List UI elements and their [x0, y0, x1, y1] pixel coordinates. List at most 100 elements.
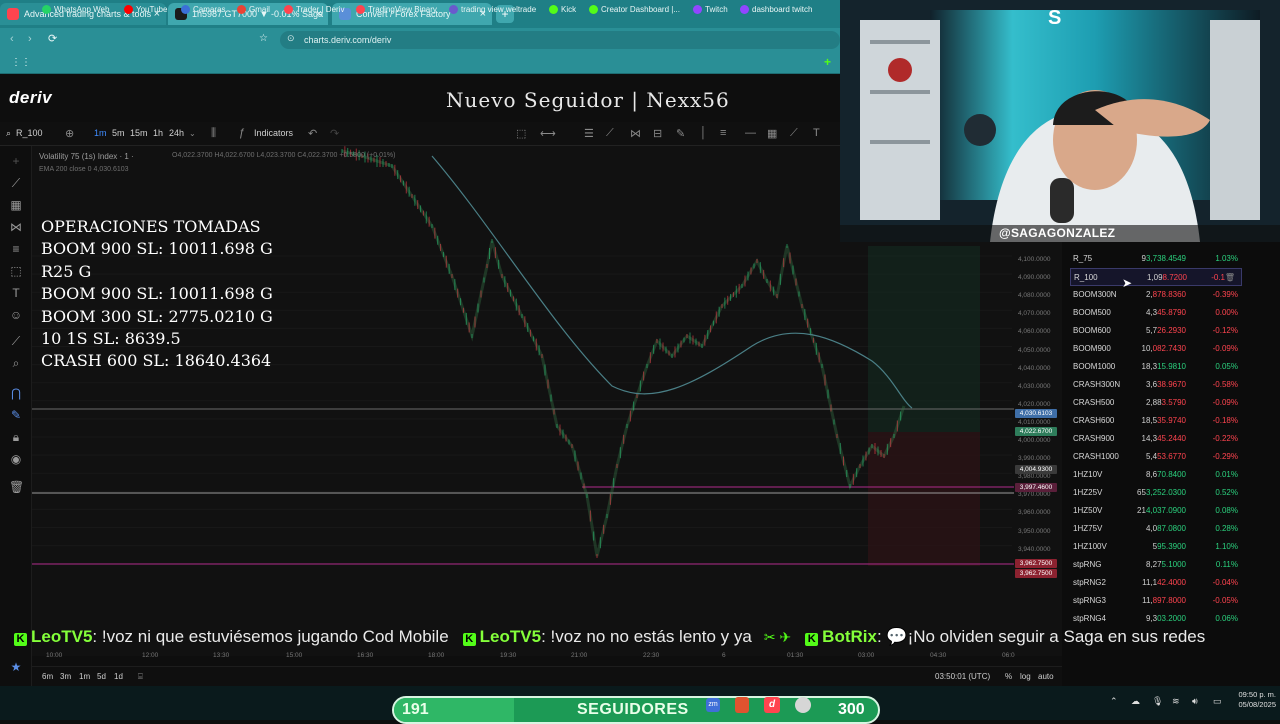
lock-icon[interactable]: 🔒︎ [9, 430, 23, 445]
watchlist-row[interactable]: CRASH1000 5,453.6770 -0.29% [1070, 448, 1242, 466]
range-6m[interactable]: 6m [42, 672, 53, 681]
obs-app-icon[interactable] [795, 697, 811, 713]
bookmark-item[interactable]: Creator Dashboard |... [589, 5, 680, 14]
undo-icon[interactable]: ↶ [308, 127, 317, 140]
range-3m[interactable]: 3m [60, 672, 71, 681]
text-tool-left-icon[interactable]: T [9, 286, 23, 300]
bookmark-star-icon[interactable]: ☆ [259, 33, 268, 44]
watchlist-row[interactable]: 1HZ100V 595.3900 1.10% [1070, 538, 1242, 556]
scale-auto[interactable]: auto [1038, 672, 1054, 681]
trash-icon[interactable]: 🗑︎ [9, 480, 24, 494]
watchlist-row[interactable]: CRASH900 14,345.2440 -0.22% [1070, 430, 1242, 448]
system-clock[interactable]: 09:50 p. m. 05/08/2025 [1238, 690, 1276, 710]
watchlist-row[interactable]: BOOM1000 18,315.9810 0.05% [1070, 358, 1242, 376]
channel-icon[interactable]: ⊟ [653, 127, 662, 140]
grid-icon[interactable]: ▦ [767, 127, 777, 140]
indicators-button[interactable]: Indicators [254, 128, 293, 138]
watchlist-row[interactable]: BOOM300N 2,878.8360 -0.39% [1070, 286, 1242, 304]
bookmark-item[interactable]: WhatsApp Web [42, 5, 109, 14]
trend-line-icon[interactable]: ⟋ [606, 127, 614, 140]
brush-icon[interactable]: ✎ [676, 127, 685, 140]
watchlist-row[interactable]: BOOM600 5,726.2930 -0.12% [1070, 322, 1242, 340]
watchlist-row[interactable]: 1HZ75V 4,087.0800 0.28% [1070, 520, 1242, 538]
cloud-icon[interactable]: ☁ [1131, 696, 1140, 707]
timeframe-1h[interactable]: 1h [153, 128, 163, 138]
volume-icon[interactable]: 🔊︎ [1192, 696, 1198, 707]
vertical-line-icon[interactable]: │ [700, 127, 707, 139]
redo-icon[interactable]: ↷ [330, 127, 339, 140]
crosshair-icon[interactable]: + [9, 154, 23, 168]
watchlist-row[interactable]: stpRNG4 9,303.2000 0.06% [1070, 610, 1242, 628]
deriv-app-icon[interactable]: d [764, 697, 780, 713]
symbol-selector[interactable]: R_100 [16, 128, 43, 138]
watchlist-row[interactable]: CRASH600 18,535.9740 -0.18% [1070, 412, 1242, 430]
ruler-icon[interactable]: ⟋ [9, 334, 23, 349]
pattern-icon[interactable]: ⋈ [630, 127, 641, 140]
watchlist-row[interactable]: BOOM500 4,345.8790 0.00% [1070, 304, 1242, 322]
scale-%[interactable]: % [1005, 672, 1012, 681]
fib-tool-icon[interactable]: ≡ [9, 242, 23, 256]
add-bookmark-icon[interactable]: + [824, 55, 831, 69]
deriv-logo[interactable]: deriv [9, 88, 52, 108]
watchlist-row[interactable]: 1HZ50V 214,037.0900 0.08% [1070, 502, 1242, 520]
bookmark-item[interactable]: trading view weltrade [449, 5, 536, 14]
watchlist-row[interactable]: 1HZ25V 653,252.0300 0.52% [1070, 484, 1242, 502]
site-info-icon[interactable]: ⊙ [287, 33, 295, 44]
add-chart-icon[interactable]: ⊕ [65, 127, 74, 140]
grid-tool-icon[interactable]: ▦ [9, 198, 23, 212]
back-icon[interactable]: ‹ [10, 33, 14, 45]
mic-icon[interactable]: 🎙︎ [1152, 696, 1163, 707]
watchlist-row[interactable]: 1HZ10V 8,670.8400 0.01% [1070, 466, 1242, 484]
watchlist-row[interactable]: R_100 1,098.7200 -0.1 🗑︎ [1070, 268, 1242, 286]
forward-icon[interactable]: › [28, 33, 32, 45]
timeframe-24h[interactable]: 24h [169, 128, 184, 138]
scale-log[interactable]: log [1020, 672, 1031, 681]
zoom-app-icon[interactable]: zm [706, 698, 720, 712]
lock-drawing-icon[interactable]: ✎ [9, 408, 23, 422]
lines-icon[interactable]: ☰ [584, 127, 594, 140]
magnet-icon[interactable]: ⋂ [9, 386, 23, 400]
rectangle-tool-icon[interactable]: ⬚ [9, 264, 23, 278]
bookmark-item[interactable]: Trader | Deriv [284, 5, 344, 14]
timeframe-5m[interactable]: 5m [112, 128, 125, 138]
url-field[interactable]: charts.deriv.com/deriv [280, 31, 840, 49]
eye-icon[interactable]: ◉ [9, 452, 23, 466]
bookmark-item[interactable]: Twitch [693, 5, 728, 14]
watchlist-row[interactable]: R_75 93,738.4549 1.03% [1070, 250, 1242, 268]
range-1d[interactable]: 1d [114, 672, 123, 681]
zoom-icon[interactable]: ⌕ [9, 356, 23, 371]
horizontal-line-icon[interactable]: — [745, 127, 756, 139]
brave-app-icon[interactable] [735, 697, 749, 713]
chevron-down-icon[interactable]: ⌄ [189, 129, 196, 138]
bookmark-item[interactable]: dashboard twitch [740, 5, 812, 14]
tray-chevron-icon[interactable]: ⌃ [1110, 696, 1118, 707]
calendar-icon[interactable]: ⌸ [138, 672, 143, 682]
apps-grid-icon[interactable]: ⋮⋮ [11, 57, 31, 68]
bookmark-item[interactable]: Kick [549, 5, 576, 14]
horizontal-ray-icon[interactable]: ⟷ [540, 127, 556, 140]
favorite-star-icon[interactable]: ★ [9, 660, 23, 674]
watchlist-row[interactable]: BOOM900 10,082.7430 -0.09% [1070, 340, 1242, 358]
watchlist-row[interactable]: stpRNG3 11,897.8000 -0.05% [1070, 592, 1242, 610]
emoji-icon[interactable]: ☺ [9, 308, 23, 322]
text-tool-icon[interactable]: T [813, 127, 820, 139]
bookmark-item[interactable]: Gmail [237, 5, 270, 14]
watchlist-row[interactable]: CRASH500 2,883.5790 -0.09% [1070, 394, 1242, 412]
pattern-tool-icon[interactable]: ⋈ [9, 220, 23, 234]
select-area-icon[interactable]: ⬚ [516, 127, 526, 140]
delete-icon[interactable]: 🗑︎ [1225, 269, 1235, 287]
ray-icon[interactable]: ⟋ [790, 127, 798, 140]
watchlist-row[interactable]: CRASH300N 3,638.9670 -0.58% [1070, 376, 1242, 394]
reload-icon[interactable]: ⟳ [48, 32, 57, 45]
range-1m[interactable]: 1m [79, 672, 90, 681]
wifi-icon[interactable]: ≋ [1172, 696, 1180, 707]
bookmark-item[interactable]: Camaras [181, 5, 225, 14]
watchlist-row[interactable]: stpRNG 8,275.1000 0.11% [1070, 556, 1242, 574]
line-tool-icon[interactable]: ⟋ [9, 176, 23, 191]
bookmark-item[interactable]: YouTube [124, 5, 167, 14]
fibonacci-icon[interactable]: ≡ [720, 127, 726, 139]
chart-type-icon[interactable]: ⫼ [211, 127, 216, 140]
timeframe-1m[interactable]: 1m [94, 128, 107, 138]
watchlist-row[interactable]: stpRNG2 11,142.4000 -0.04% [1070, 574, 1242, 592]
bookmark-item[interactable]: TradingView Binary [356, 5, 437, 14]
